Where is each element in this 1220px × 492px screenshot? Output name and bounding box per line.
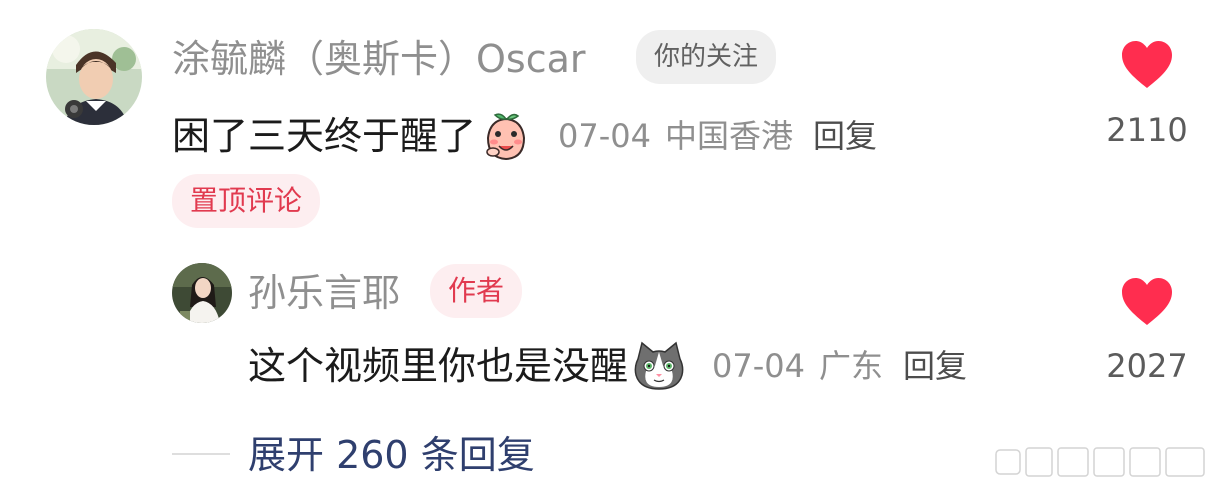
comment-location: 中国香港 (665, 117, 794, 155)
heart-icon (1122, 41, 1172, 88)
comment-date: 07-04 (558, 117, 651, 155)
peach-face-emoji-icon (480, 110, 532, 162)
reply-avatar[interactable] (172, 263, 232, 323)
like-button[interactable] (1092, 40, 1202, 94)
avatar-photo (46, 29, 142, 125)
comment-username[interactable]: 涂毓麟（奥斯卡）Oscar (172, 34, 586, 84)
reply-date: 07-04 (712, 347, 805, 385)
expand-replies-button[interactable]: 展开 260 条回复 (248, 430, 535, 480)
reply-text: 这个视频里你也是没醒 (248, 344, 629, 388)
reply-body[interactable]: 这个视频里你也是没醒 07-04 广东 回复 (248, 339, 967, 393)
reply-like-button[interactable] (1092, 277, 1202, 331)
heart-icon (1122, 278, 1172, 325)
reply-location: 广东 (819, 347, 884, 385)
watermark-logo (992, 436, 1212, 486)
reply-username[interactable]: 孙乐言耶 (248, 268, 400, 318)
expand-divider (172, 453, 230, 455)
following-badge: 你的关注 (636, 30, 777, 84)
pinned-comment-badge: 置顶评论 (172, 174, 321, 228)
author-badge: 作者 (430, 264, 523, 318)
comment-text: 困了三天终于醒了 (172, 114, 477, 158)
reply-button[interactable]: 回复 (903, 341, 967, 391)
avatar[interactable] (46, 29, 142, 125)
reply-like-count: 2027 (1106, 347, 1188, 385)
like-count: 2110 (1106, 111, 1188, 149)
comment-body[interactable]: 困了三天终于醒了 07-04 中国香港 回复 (172, 110, 877, 162)
reply-button[interactable]: 回复 (813, 111, 877, 161)
cat-face-emoji-icon (632, 339, 686, 393)
avatar-photo (172, 263, 232, 323)
